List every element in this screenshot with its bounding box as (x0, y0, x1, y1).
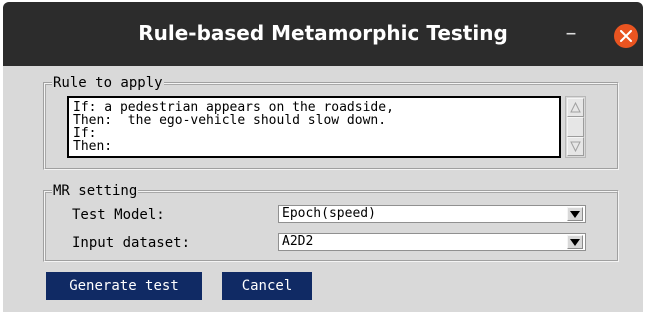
rule-textarea[interactable]: If: a pedestrian appears on the roadside… (67, 96, 561, 158)
triangle-up-icon (570, 102, 581, 113)
close-icon (620, 30, 632, 42)
scroll-thumb[interactable] (567, 117, 584, 137)
input-dataset-label: Input dataset: (72, 235, 191, 251)
rule-scrollbar[interactable] (565, 96, 586, 158)
cancel-button[interactable]: Cancel (222, 272, 312, 300)
input-dataset-dropdown-button[interactable] (567, 235, 583, 249)
minimize-button[interactable]: – (559, 23, 583, 45)
generate-test-button[interactable]: Generate test (46, 272, 202, 300)
rule-line: Then: (73, 139, 113, 154)
mr-setting-group: MR setting (43, 183, 619, 262)
close-button[interactable] (614, 24, 638, 48)
test-model-value: Epoch(speed) (282, 206, 376, 221)
input-dataset-select[interactable]: A2D2 (278, 233, 586, 251)
window-title: Rule-based Metamorphic Testing (138, 21, 508, 45)
scroll-up-button[interactable] (567, 98, 584, 117)
title-bar: Rule-based Metamorphic Testing – (3, 2, 643, 66)
rule-group-legend: Rule to apply (52, 75, 164, 91)
chevron-down-icon (570, 239, 580, 246)
mr-group-legend: MR setting (52, 183, 139, 199)
input-dataset-value: A2D2 (282, 234, 314, 249)
rule-line: Then: the ego-vehicle should slow down. (73, 113, 387, 128)
triangle-down-icon (570, 141, 581, 152)
test-model-select[interactable]: Epoch(speed) (278, 205, 586, 223)
test-model-label: Test Model: (72, 207, 165, 223)
chevron-down-icon (570, 211, 580, 218)
test-model-dropdown-button[interactable] (567, 207, 583, 221)
scroll-down-button[interactable] (567, 137, 584, 156)
